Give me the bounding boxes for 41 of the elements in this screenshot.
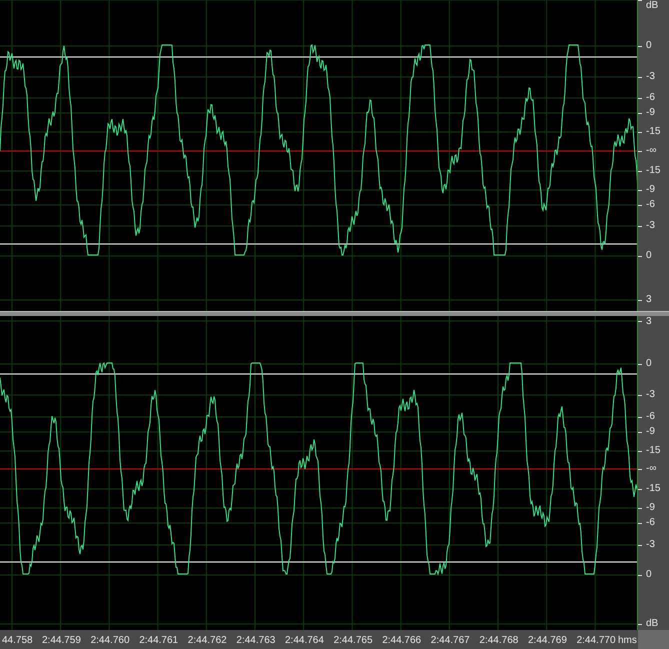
ruler-label: -3: [646, 220, 655, 232]
ruler-label: 0: [646, 250, 652, 262]
ruler-label: -3: [646, 539, 655, 551]
ruler-label: -3: [646, 71, 655, 83]
ruler-label: -6: [646, 92, 655, 104]
ruler-label: 0: [646, 569, 652, 581]
time-label: 2:44.761: [139, 635, 178, 647]
ruler-corner: [638, 630, 669, 649]
ruler-label: -9: [646, 184, 655, 196]
ruler-label: -15: [646, 483, 660, 495]
ruler-label: -9: [646, 107, 655, 119]
ruler-label: -9: [646, 426, 655, 438]
time-label: 2:44.759: [42, 635, 81, 647]
ruler-label: dB: [646, 618, 658, 630]
ruler-label: -15: [646, 126, 660, 138]
time-label: 2:44.763: [236, 635, 276, 647]
unit-label: hms: [618, 635, 637, 647]
ruler-label: 0: [646, 358, 652, 370]
ruler-label: -∞: [646, 463, 656, 475]
ruler-label: -6: [646, 517, 655, 529]
ruler-label: -∞: [646, 145, 656, 157]
time-label: 2:44.769: [528, 635, 567, 647]
ruler-label: 3: [646, 316, 652, 328]
time-label: 44.758: [2, 635, 33, 647]
ruler-label: 3: [646, 294, 652, 306]
ruler-label: -6: [646, 411, 655, 423]
ruler-label: -6: [646, 199, 655, 211]
time-label: 2:44.766: [382, 635, 422, 647]
ruler-label: -3: [646, 389, 655, 401]
time-label: 2:44.765: [334, 635, 373, 647]
ruler-label: dB: [646, 0, 658, 12]
ruler-label: -15: [646, 445, 660, 457]
time-label: 2:44.767: [430, 635, 470, 647]
time-label: 2:44.768: [479, 635, 518, 647]
time-label: 2:44.764: [285, 635, 324, 647]
ruler-label: -15: [646, 165, 660, 177]
time-label: 2:44.770: [576, 635, 616, 647]
time-label: 2:44.760: [90, 635, 130, 647]
ruler-label: 0: [646, 40, 652, 52]
ruler-label: -9: [646, 502, 655, 514]
time-label: 2:44.762: [188, 635, 227, 647]
